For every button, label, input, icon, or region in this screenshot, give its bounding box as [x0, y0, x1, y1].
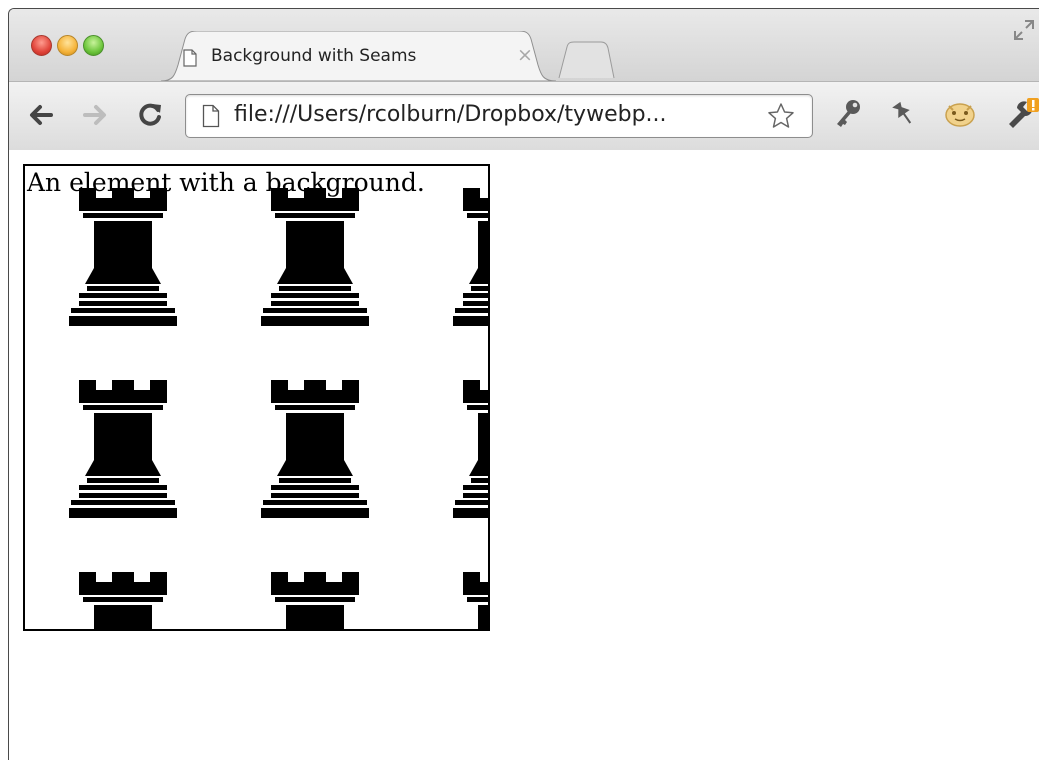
rook-icon [69, 380, 177, 518]
browser-window: Background with Seams × file:///Users/rc… [8, 8, 1039, 760]
rook-icon [453, 188, 488, 326]
browser-toolbar: file:///Users/rcolburn/Dropbox/tywebp... [9, 81, 1039, 151]
reload-icon[interactable] [135, 100, 165, 135]
rook-icon [69, 188, 177, 326]
wrench-key-icon[interactable] [833, 98, 863, 135]
minimize-window-button[interactable] [57, 35, 78, 56]
background-element: An element with a background. [23, 164, 490, 631]
tab-bar: Background with Seams × [9, 9, 1039, 81]
forward-icon[interactable] [81, 100, 111, 135]
tab-close-icon[interactable]: × [517, 44, 533, 66]
element-text: An element with a background. [27, 168, 425, 197]
rook-background-tiles [69, 188, 488, 629]
rook-icon [69, 572, 177, 629]
tab-active[interactable]: Background with Seams × [161, 31, 556, 81]
back-icon[interactable] [25, 100, 55, 135]
extension-icon[interactable] [943, 98, 977, 135]
rook-icon [261, 188, 369, 326]
rook-icon [261, 572, 369, 629]
close-window-button[interactable] [31, 35, 52, 56]
new-tab-button[interactable] [557, 41, 617, 84]
rook-icon [261, 380, 369, 518]
rook-icon [453, 380, 488, 518]
address-bar[interactable]: file:///Users/rcolburn/Dropbox/tywebp... [185, 94, 813, 138]
page-icon [202, 104, 220, 133]
maximize-window-button[interactable] [83, 35, 104, 56]
tab-title: Background with Seams [211, 46, 417, 66]
fullscreen-icon[interactable] [1013, 19, 1035, 46]
pin-icon[interactable] [889, 98, 919, 135]
page-content: An element with a background. [9, 150, 1039, 760]
bookmark-star-icon[interactable] [766, 101, 796, 136]
url-text: file:///Users/rcolburn/Dropbox/tywebp... [234, 102, 667, 127]
settings-wrench-icon[interactable] [1003, 98, 1039, 135]
rook-icon [453, 572, 488, 629]
